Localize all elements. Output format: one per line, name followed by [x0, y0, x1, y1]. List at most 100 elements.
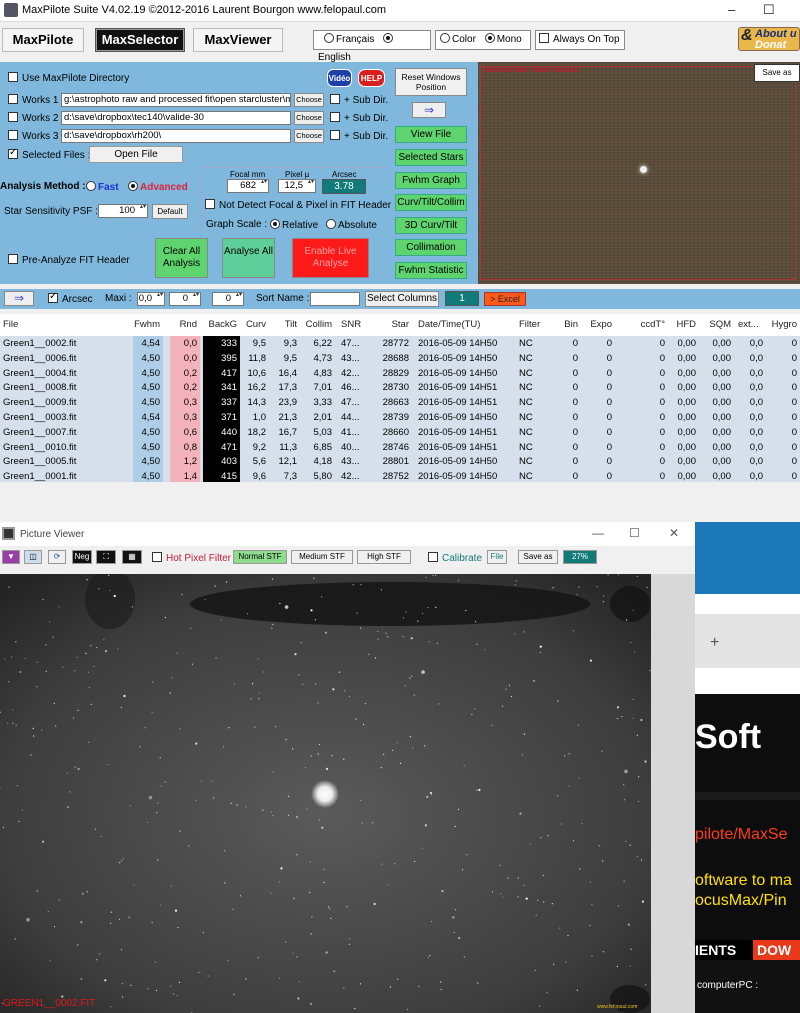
- table-row[interactable]: Green1__0003.fit 4,54 0,3 371 1,0 21,3 2,01 44.…: [0, 410, 800, 425]
- normal-stf-button[interactable]: Normal STF: [233, 550, 287, 564]
- curv-tilt-collim-button[interactable]: Curv/Tilt/Collim: [395, 194, 467, 211]
- column-header[interactable]: ccdT°: [630, 317, 668, 332]
- column-header[interactable]: ext...: [738, 317, 766, 332]
- viewer-save-as-button[interactable]: Save as: [518, 550, 558, 564]
- selected-stars-button[interactable]: Selected Stars: [395, 149, 467, 166]
- column-header[interactable]: HFD: [670, 317, 699, 332]
- use-dir-option[interactable]: Use MaxPilote Directory: [8, 72, 129, 84]
- medium-stf-button[interactable]: Medium STF: [291, 550, 353, 564]
- column-header[interactable]: Curv: [243, 317, 269, 332]
- dropdown-triangle-icon[interactable]: ▼: [2, 550, 20, 564]
- open-file-button[interactable]: Open File: [89, 146, 183, 163]
- table-row[interactable]: Green1__0010.fit 4,50 0,8 471 9,2 11,3 6,85 40.…: [0, 439, 800, 455]
- help-button[interactable]: HELP: [358, 69, 385, 87]
- table-row[interactable]: Green1__0005.fit 4,50 1,2 403 5,6 12,1 4,18 43.…: [0, 454, 800, 470]
- works2-subdir-option[interactable]: + Sub Dir.: [330, 112, 388, 124]
- pre-analyze-option[interactable]: Pre-Analyze FIT Header: [8, 254, 130, 266]
- tab-maxpilote[interactable]: MaxPilote: [2, 28, 84, 52]
- column-header[interactable]: Collim: [305, 317, 335, 332]
- viewer-minimize-button[interactable]: —: [592, 526, 604, 540]
- table-row[interactable]: Green1__0004.fit 4,50 0,2 417 10,6 16,4 4,83 42…: [0, 365, 800, 381]
- table-row[interactable]: Green1__0007.fit 4,50 0,6 440 18,2 16,7 5,03 41…: [0, 424, 800, 440]
- always-on-top-checkbox[interactable]: [539, 33, 549, 43]
- absolute-option[interactable]: Absolute: [326, 219, 377, 231]
- arrow-right-button[interactable]: ⇒: [412, 102, 446, 118]
- negative-button[interactable]: Neg: [72, 550, 92, 564]
- view-file-button[interactable]: View File: [395, 126, 467, 143]
- calibrate-file-button[interactable]: File: [487, 550, 507, 564]
- works3-path-input[interactable]: d:\save\dropbox\rh200\: [61, 129, 291, 143]
- arcsec-option[interactable]: Arcsec: [48, 291, 93, 305]
- radio-english[interactable]: [383, 33, 394, 43]
- works3-choose-button[interactable]: Choose: [294, 129, 324, 143]
- enable-live-button[interactable]: Enable Live Analyse: [292, 238, 369, 278]
- selected-files-checkbox[interactable]: [8, 147, 18, 159]
- column-header[interactable]: BackG: [203, 317, 240, 332]
- arrow-right-button[interactable]: ⇒: [4, 291, 34, 306]
- column-header[interactable]: Expo: [587, 317, 615, 332]
- advanced-radio[interactable]: [128, 181, 138, 191]
- column-header[interactable]: SQM: [704, 317, 734, 332]
- works2-option[interactable]: Works 2: [8, 112, 59, 124]
- column-header[interactable]: File: [3, 317, 123, 332]
- fast-radio[interactable]: [86, 181, 96, 191]
- column-header[interactable]: Bin: [557, 317, 581, 332]
- works3-checkbox[interactable]: [8, 130, 18, 140]
- hot-pixel-option[interactable]: Hot Pixel Filter: [152, 552, 231, 564]
- minimize-button[interactable]: –: [728, 2, 735, 17]
- absolute-radio[interactable]: [326, 219, 336, 229]
- works3-option[interactable]: Works 3: [8, 130, 59, 142]
- fast-option[interactable]: Fast: [86, 181, 119, 193]
- works2-subdir-checkbox[interactable]: [330, 112, 340, 122]
- fit-image[interactable]: GREEN1__0002.FIT www.felopaul.com: [0, 574, 651, 1013]
- works1-subdir-checkbox[interactable]: [330, 94, 340, 104]
- works2-path-input[interactable]: d:\save\dropbox\tec140\valide-30: [61, 111, 291, 125]
- star-preview[interactable]: Selected Stars Frame (Arcsec): [478, 62, 800, 284]
- preview-save-as-button[interactable]: Save as: [754, 64, 800, 82]
- radio-color[interactable]: [440, 33, 450, 43]
- select-columns-button[interactable]: Select Columns: [365, 291, 439, 307]
- selected-files-option[interactable]: Selected Files :: [8, 147, 90, 161]
- works1-checkbox[interactable]: [8, 94, 18, 104]
- table-row[interactable]: Green1__0009.fit 4,50 0,3 337 14,3 23,9 3,33 47…: [0, 395, 800, 411]
- tab-maxselector[interactable]: MaxSelector: [95, 28, 185, 52]
- grid-icon[interactable]: ▦: [122, 550, 142, 564]
- works1-choose-button[interactable]: Choose: [294, 93, 324, 107]
- focal-spinner[interactable]: 682: [227, 179, 269, 193]
- curv-3d-button[interactable]: 3D Curv/Tilt: [395, 217, 467, 234]
- analyse-all-button[interactable]: Analyse All: [222, 238, 275, 278]
- table-row[interactable]: Green1__0006.fit 4,50 0,0 395 11,8 9,5 4,73 43.…: [0, 350, 800, 366]
- viewer-close-button[interactable]: ✕: [669, 526, 679, 540]
- about-donate-button[interactable]: & About u Donat: [738, 27, 800, 51]
- maxi-spinner-1[interactable]: 0,0: [137, 292, 165, 306]
- fit-screen-icon[interactable]: ⛶: [96, 550, 116, 564]
- tab-maxviewer[interactable]: MaxViewer: [193, 28, 283, 52]
- fwhm-graph-button[interactable]: Fwhm Graph: [395, 172, 467, 189]
- works2-checkbox[interactable]: [8, 112, 18, 122]
- radio-francais[interactable]: [324, 33, 334, 43]
- column-header[interactable]: Star: [370, 317, 412, 332]
- radio-mono[interactable]: [484, 33, 495, 43]
- column-header[interactable]: Hygro: [770, 317, 800, 332]
- not-detect-checkbox[interactable]: [205, 199, 215, 209]
- table-row[interactable]: Green1__0002.fit 4,54 0,0 333 9,5 9,3 6,22 47..…: [0, 336, 800, 351]
- not-detect-option[interactable]: Not Detect Focal & Pixel in FIT Header: [205, 199, 391, 211]
- column-header[interactable]: SNR: [341, 317, 365, 332]
- works1-option[interactable]: Works 1: [8, 94, 59, 106]
- pre-analyze-checkbox[interactable]: [8, 254, 18, 264]
- works1-subdir-option[interactable]: + Sub Dir.: [330, 94, 388, 106]
- maxi-spinner-2[interactable]: 0: [169, 292, 201, 306]
- works2-choose-button[interactable]: Choose: [294, 111, 324, 125]
- psf-spinner[interactable]: 100: [98, 204, 148, 218]
- refresh-icon[interactable]: ⟳: [48, 550, 66, 564]
- use-dir-checkbox[interactable]: [8, 72, 18, 82]
- hot-pixel-checkbox[interactable]: [152, 552, 162, 562]
- calibrate-checkbox[interactable]: [428, 552, 438, 562]
- web-nav-clients[interactable]: IENTS: [695, 940, 753, 960]
- works3-subdir-checkbox[interactable]: [330, 130, 340, 140]
- high-stf-button[interactable]: High STF: [357, 550, 411, 564]
- viewer-maximize-button[interactable]: ☐: [629, 526, 640, 540]
- reset-windows-button[interactable]: Reset Windows Position: [395, 68, 467, 96]
- calibrate-option[interactable]: Calibrate: [428, 552, 482, 564]
- sort-name-input[interactable]: [310, 292, 360, 306]
